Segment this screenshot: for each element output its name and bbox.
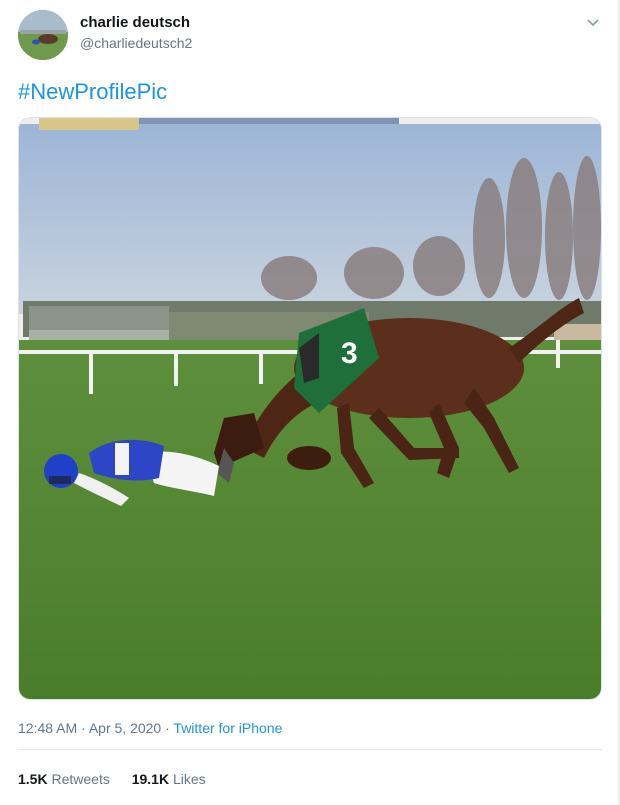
race-photo: 3: [19, 118, 601, 699]
retweets-count: 1.5K: [18, 771, 48, 787]
tweet-meta: 12:48 AM · Apr 5, 2020 · Twitter for iPh…: [18, 719, 282, 738]
display-name[interactable]: charlie deutsch: [80, 13, 192, 32]
bib-number: 3: [341, 337, 358, 370]
hashtag-link[interactable]: #NewProfilePic: [18, 79, 167, 105]
likes-stat[interactable]: 19.1K Likes: [132, 770, 206, 789]
likes-count: 19.1K: [131, 771, 170, 787]
meta-separator: ·: [77, 720, 89, 736]
tweet-card: charlie deutsch @charliedeutsch2 #NewPro…: [0, 0, 620, 805]
retweets-stat[interactable]: 1.5K Retweets: [18, 770, 110, 789]
user-handle[interactable]: @charliedeutsch2: [80, 34, 192, 53]
tweet-stats: 1.5K Retweets 19.1K Likes: [18, 770, 224, 789]
chevron-down-icon[interactable]: [585, 16, 601, 28]
user-info[interactable]: charlie deutsch @charliedeutsch2: [80, 13, 192, 53]
avatar[interactable]: [18, 10, 68, 60]
source-link[interactable]: Twitter for iPhone: [173, 720, 282, 736]
divider: [18, 749, 602, 750]
likes-label: Likes: [172, 771, 206, 787]
tweet-date[interactable]: Apr 5, 2020: [89, 720, 161, 736]
page-edge: [616, 0, 620, 805]
meta-separator: ·: [161, 720, 174, 736]
retweets-label: Retweets: [51, 771, 110, 787]
tweet-time[interactable]: 12:48 AM: [18, 720, 77, 736]
tweet-media-image[interactable]: 3: [18, 117, 602, 700]
